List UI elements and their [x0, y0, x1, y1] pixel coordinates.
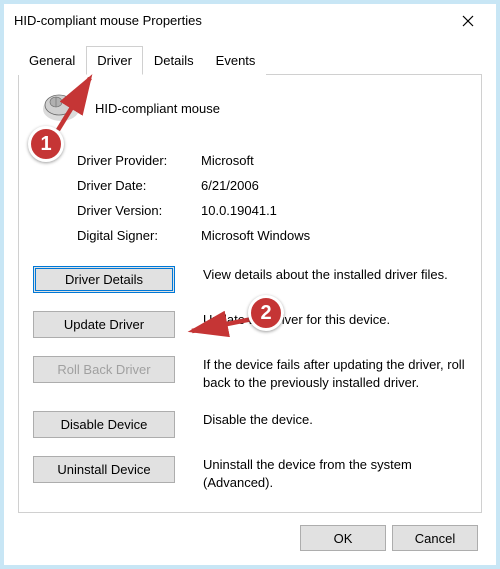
- dialog-content: General Driver Details Events HID-compli…: [4, 37, 496, 565]
- tab-events[interactable]: Events: [205, 46, 267, 75]
- tab-driver[interactable]: Driver: [86, 46, 143, 75]
- date-value: 6/21/2006: [201, 178, 259, 193]
- window-title: HID-compliant mouse Properties: [14, 13, 202, 28]
- driver-details-button[interactable]: Driver Details: [33, 266, 175, 293]
- mouse-icon: [39, 89, 83, 128]
- update-driver-description: Update the driver for this device.: [203, 311, 467, 329]
- driver-info: Driver Provider:Microsoft Driver Date:6/…: [77, 148, 467, 248]
- disable-device-button[interactable]: Disable Device: [33, 411, 175, 438]
- update-driver-button[interactable]: Update Driver: [33, 311, 175, 338]
- ok-button[interactable]: OK: [300, 525, 386, 551]
- dialog-footer: OK Cancel: [18, 513, 482, 551]
- cancel-button[interactable]: Cancel: [392, 525, 478, 551]
- tab-general[interactable]: General: [18, 46, 86, 75]
- provider-value: Microsoft: [201, 153, 254, 168]
- version-value: 10.0.19041.1: [201, 203, 277, 218]
- rollback-driver-button: Roll Back Driver: [33, 356, 175, 383]
- title-bar: HID-compliant mouse Properties: [4, 4, 496, 37]
- signer-value: Microsoft Windows: [201, 228, 310, 243]
- uninstall-device-description: Uninstall the device from the system (Ad…: [203, 456, 467, 492]
- tab-details[interactable]: Details: [143, 46, 205, 75]
- date-label: Driver Date:: [77, 178, 201, 193]
- close-icon: [462, 15, 474, 27]
- version-label: Driver Version:: [77, 203, 201, 218]
- device-header: HID-compliant mouse: [33, 89, 467, 142]
- tab-panel: HID-compliant mouse Driver Provider:Micr…: [18, 75, 482, 513]
- device-name: HID-compliant mouse: [95, 101, 220, 116]
- signer-label: Digital Signer:: [77, 228, 201, 243]
- disable-device-description: Disable the device.: [203, 411, 467, 429]
- tab-bar: General Driver Details Events: [18, 45, 482, 75]
- driver-details-description: View details about the installed driver …: [203, 266, 467, 284]
- close-button[interactable]: [450, 7, 486, 35]
- rollback-driver-description: If the device fails after updating the d…: [203, 356, 467, 392]
- uninstall-device-button[interactable]: Uninstall Device: [33, 456, 175, 483]
- properties-dialog: HID-compliant mouse Properties General D…: [0, 0, 500, 569]
- provider-label: Driver Provider:: [77, 153, 201, 168]
